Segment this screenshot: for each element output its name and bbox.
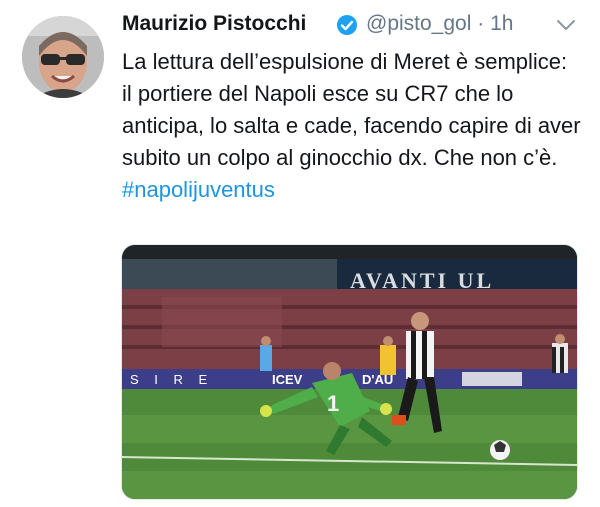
hashtag-link[interactable]: #napolijuventus <box>122 174 275 206</box>
author-handle[interactable]: @pisto_gol <box>366 12 471 35</box>
ad-board-text: S I R E <box>130 372 213 387</box>
tweet-header: Maurizio Pistocchi @pisto_gol · 1h <box>122 10 580 42</box>
tweet-media-image[interactable]: AVANTI UL S I R E ICEV D'AU 1 <box>121 244 578 500</box>
meta-separator: · <box>477 12 485 35</box>
author-avatar[interactable] <box>22 16 104 98</box>
tweet-text: La lettura dell’espulsione di Meret è se… <box>122 49 581 170</box>
tweet-body: La lettura dell’espulsione di Meret è se… <box>122 46 582 206</box>
author-name[interactable]: Maurizio Pistocchi <box>122 12 306 36</box>
match-photo: AVANTI UL S I R E ICEV D'AU 1 <box>122 245 577 499</box>
keeper-number: 1 <box>327 391 339 416</box>
avatar-image <box>22 16 104 98</box>
tweet-timestamp[interactable]: 1h <box>490 12 513 35</box>
chevron-down-icon[interactable] <box>556 18 576 32</box>
ad-board-text-2: ICEV <box>272 372 303 387</box>
verified-badge-icon <box>336 14 358 36</box>
author-meta: @pisto_gol · 1h <box>366 12 513 36</box>
